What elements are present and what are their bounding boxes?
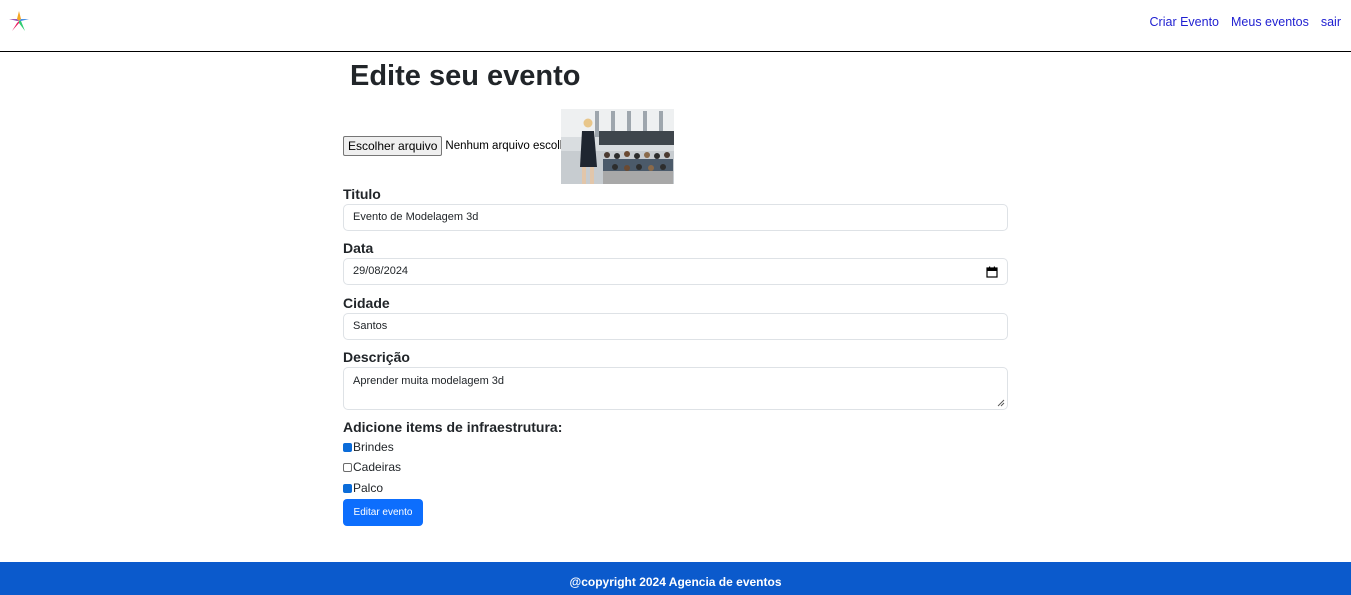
copyright-text: @copyright 2024 Agencia de eventos bbox=[569, 575, 782, 589]
palco-label: Palco bbox=[353, 481, 384, 495]
page-title: Edite seu evento bbox=[350, 60, 581, 92]
brindes-checkbox[interactable] bbox=[343, 442, 352, 452]
cadeiras-checkbox[interactable] bbox=[343, 462, 352, 472]
colorful-star-logo-icon[interactable] bbox=[8, 10, 30, 32]
description-value: Aprender muita modelagem 3d bbox=[353, 375, 505, 387]
footer: @copyright 2024 Agencia de eventos bbox=[0, 562, 1351, 595]
checkbox-item-palco: Palco bbox=[343, 481, 383, 495]
description-textarea[interactable]: Aprender muita modelagem 3d bbox=[343, 367, 1008, 410]
date-input[interactable]: 29/08/2024 bbox=[343, 258, 1008, 285]
city-label: Cidade bbox=[343, 295, 390, 311]
city-input[interactable]: Santos bbox=[343, 313, 1008, 340]
navbar: Criar Evento Meus eventos sair bbox=[0, 0, 1351, 52]
nav-links: Criar Evento Meus eventos sair bbox=[1150, 15, 1341, 29]
resize-handle-icon[interactable] bbox=[997, 399, 1005, 407]
nav-link-create-event[interactable]: Criar Evento bbox=[1150, 15, 1219, 29]
checkbox-item-cadeiras: Cadeiras bbox=[343, 460, 401, 474]
title-label: Titulo bbox=[343, 186, 381, 202]
edit-event-button[interactable]: Editar evento bbox=[343, 499, 423, 526]
calendar-icon[interactable] bbox=[986, 266, 998, 278]
file-upload: Escolher arquivo Nenhum arquivo escolhid… bbox=[343, 136, 582, 156]
nav-link-my-events[interactable]: Meus eventos bbox=[1231, 15, 1309, 29]
palco-checkbox[interactable] bbox=[343, 483, 352, 493]
description-label: Descrição bbox=[343, 349, 410, 365]
date-label: Data bbox=[343, 240, 374, 256]
nav-link-logout[interactable]: sair bbox=[1321, 15, 1341, 29]
brindes-label: Brindes bbox=[353, 440, 394, 454]
checkbox-item-brindes: Brindes bbox=[343, 440, 394, 454]
date-value: 29/08/2024 bbox=[353, 265, 409, 277]
event-image bbox=[561, 109, 674, 184]
title-input[interactable]: Evento de Modelagem 3d bbox=[343, 204, 1008, 231]
infrastructure-label: Adicione items de infraestrutura: bbox=[343, 419, 563, 435]
cadeiras-label: Cadeiras bbox=[353, 460, 402, 474]
choose-file-button[interactable]: Escolher arquivo bbox=[343, 136, 443, 156]
